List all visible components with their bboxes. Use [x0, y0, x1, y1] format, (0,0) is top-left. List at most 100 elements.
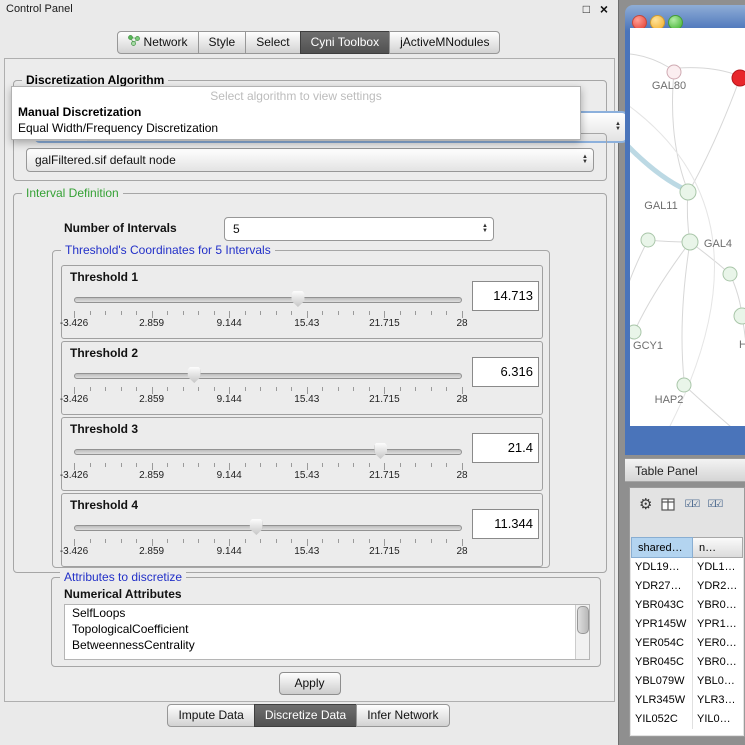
network-node-gcy1[interactable]	[630, 325, 641, 339]
network-edge[interactable]	[630, 98, 714, 426]
tab-cyni-toolbox[interactable]: Cyni Toolbox	[300, 31, 390, 54]
tab-select[interactable]: Select	[245, 31, 300, 54]
threshold-value-field[interactable]: 14.713	[472, 281, 539, 311]
select-columns-checkboxes-icon[interactable]: ☑☑	[707, 499, 721, 510]
table-row[interactable]: YDL19…YDL1…	[631, 558, 743, 577]
attribute-item-topologicalcoefficient[interactable]: TopologicalCoefficient	[65, 621, 589, 637]
network-node-gal11[interactable]	[680, 184, 696, 200]
combo-arrows-icon: ▲▼	[582, 155, 588, 165]
combo-arrows-icon: ▲▼	[615, 122, 621, 132]
network-edge[interactable]	[684, 385, 745, 426]
table-cell[interactable]: YIL0…	[693, 710, 743, 729]
network-edge[interactable]	[692, 78, 740, 186]
attribute-item-selfloops[interactable]: SelfLoops	[65, 605, 589, 621]
table-cell[interactable]: YER0…	[693, 634, 743, 653]
network-edge[interactable]	[682, 242, 690, 380]
network-node-gal80[interactable]	[667, 65, 681, 79]
table-cell[interactable]: YDR27…	[631, 577, 693, 596]
threshold-slider[interactable]	[74, 518, 462, 536]
table-cell[interactable]: YPR1…	[693, 615, 743, 634]
table-cell[interactable]: YDR2…	[693, 577, 743, 596]
table-cell[interactable]: YBR045C	[631, 653, 693, 672]
tab-infer-network[interactable]: Infer Network	[356, 704, 449, 727]
number-of-intervals-combobox[interactable]: 5 ▲▼	[224, 217, 494, 241]
table-row[interactable]: YBR045CYBR0…	[631, 653, 743, 672]
combo-arrows-icon: ▲▼	[482, 224, 488, 234]
table-row[interactable]: YER054CYER0…	[631, 634, 743, 653]
table-row[interactable]: YBL079WYBL0…	[631, 672, 743, 691]
table-row[interactable]: YPR145WYPR1…	[631, 615, 743, 634]
slider-thumb[interactable]	[291, 291, 304, 307]
attribute-items: SelfLoopsTopologicalCoefficientBetweenne…	[65, 605, 589, 653]
network-canvas[interactable]: GAL80GAL11GAL4GCY1HAP2H	[630, 28, 745, 426]
slider-thumb[interactable]	[250, 519, 263, 535]
apply-button[interactable]: Apply	[279, 672, 341, 695]
table-cell[interactable]: YIL052C	[631, 710, 693, 729]
table-cell[interactable]: YDL19…	[631, 558, 693, 577]
tab-style[interactable]: Style	[198, 31, 247, 54]
column-header-shared[interactable]: shared…	[631, 537, 693, 558]
network-node-label: HAP2	[655, 394, 684, 406]
threshold-coordinates-group: Threshold's Coordinates for 5 Intervals …	[52, 250, 550, 568]
table-cell[interactable]: YBR043C	[631, 596, 693, 615]
network-edge[interactable]	[678, 68, 734, 74]
dropdown-option-equal-width-frequency[interactable]: Equal Width/Frequency Discretization	[12, 120, 580, 136]
network-node-label: GAL4	[704, 238, 732, 250]
slider-track[interactable]	[74, 525, 462, 531]
table-cell[interactable]: YLR345W	[631, 691, 693, 710]
numerical-attributes-list[interactable]: SelfLoopsTopologicalCoefficientBetweenne…	[64, 604, 590, 660]
column-header-name[interactable]: n…	[693, 537, 743, 558]
tab-impute-data[interactable]: Impute Data	[167, 704, 254, 727]
float-window-icon[interactable]: □	[583, 2, 590, 16]
network-edge[interactable]	[630, 54, 670, 68]
table-panel-title: Table Panel	[635, 464, 698, 478]
network-node-gal4[interactable]	[682, 234, 698, 250]
table-row[interactable]: YDR27…YDR2…	[631, 577, 743, 596]
slider-thumb[interactable]	[374, 443, 387, 459]
table-cell[interactable]: YER054C	[631, 634, 693, 653]
network-edge[interactable]	[630, 140, 686, 190]
threshold-slider[interactable]	[74, 290, 462, 308]
tab-discretize-data[interactable]: Discretize Data	[254, 704, 357, 727]
table-body[interactable]: YDL19…YDL1…YDR27…YDR2…YBR043CYBR0…YPR145…	[631, 558, 743, 735]
threshold-slider[interactable]	[74, 366, 462, 384]
network-node[interactable]	[723, 267, 737, 281]
network-edge[interactable]	[630, 240, 648, 338]
scrollbar-thumb[interactable]	[577, 606, 589, 634]
table-cell[interactable]: YPR145W	[631, 615, 693, 634]
slider-track[interactable]	[74, 449, 462, 455]
table-cell[interactable]: YBR0…	[693, 596, 743, 615]
network-node[interactable]	[641, 233, 655, 247]
threshold-value-field[interactable]: 21.4	[472, 433, 539, 463]
threshold-value-field[interactable]: 6.316	[472, 357, 539, 387]
slider-thumb[interactable]	[188, 367, 201, 383]
table-cell[interactable]: YBL079W	[631, 672, 693, 691]
dropdown-option-manual-discretization[interactable]: Manual Discretization	[12, 104, 580, 120]
attributes-scrollbar[interactable]	[575, 605, 589, 659]
table-cell[interactable]: YBL0…	[693, 672, 743, 691]
slider-track[interactable]	[74, 297, 462, 303]
threshold-slider[interactable]	[74, 442, 462, 460]
table-row[interactable]: YLR345WYLR3…	[631, 691, 743, 710]
table-row[interactable]: YIL052CYIL0…	[631, 710, 743, 729]
network-node-hap2[interactable]	[677, 378, 691, 392]
table-data-combobox[interactable]: galFiltered.sif default node ▲▼	[26, 148, 594, 172]
table-cell[interactable]: YLR3…	[693, 691, 743, 710]
close-icon[interactable]: ×	[600, 1, 608, 17]
network-node[interactable]	[734, 308, 745, 324]
network-node[interactable]	[732, 70, 745, 86]
threshold-value-field[interactable]: 11.344	[472, 509, 539, 539]
slider-track[interactable]	[74, 373, 462, 379]
tab-network[interactable]: Network	[117, 31, 199, 54]
threshold-box-2: Threshold 2-3.4262.8599.14415.4321.71528…	[61, 341, 543, 415]
table-cell[interactable]: YDL1…	[693, 558, 743, 577]
attribute-item-betweennesscentrality[interactable]: BetweennessCentrality	[65, 637, 589, 653]
select-all-checkboxes-icon[interactable]: ☑☑	[684, 499, 698, 510]
column-selector-icon[interactable]	[661, 498, 675, 511]
network-edge[interactable]	[636, 242, 690, 328]
table-row[interactable]: YBR043CYBR0…	[631, 596, 743, 615]
tab-jactivemnodules[interactable]: jActiveMNodules	[389, 31, 500, 54]
network-node-label: GAL80	[652, 80, 686, 92]
gear-icon[interactable]: ⚙	[639, 497, 652, 512]
table-cell[interactable]: YBR0…	[693, 653, 743, 672]
